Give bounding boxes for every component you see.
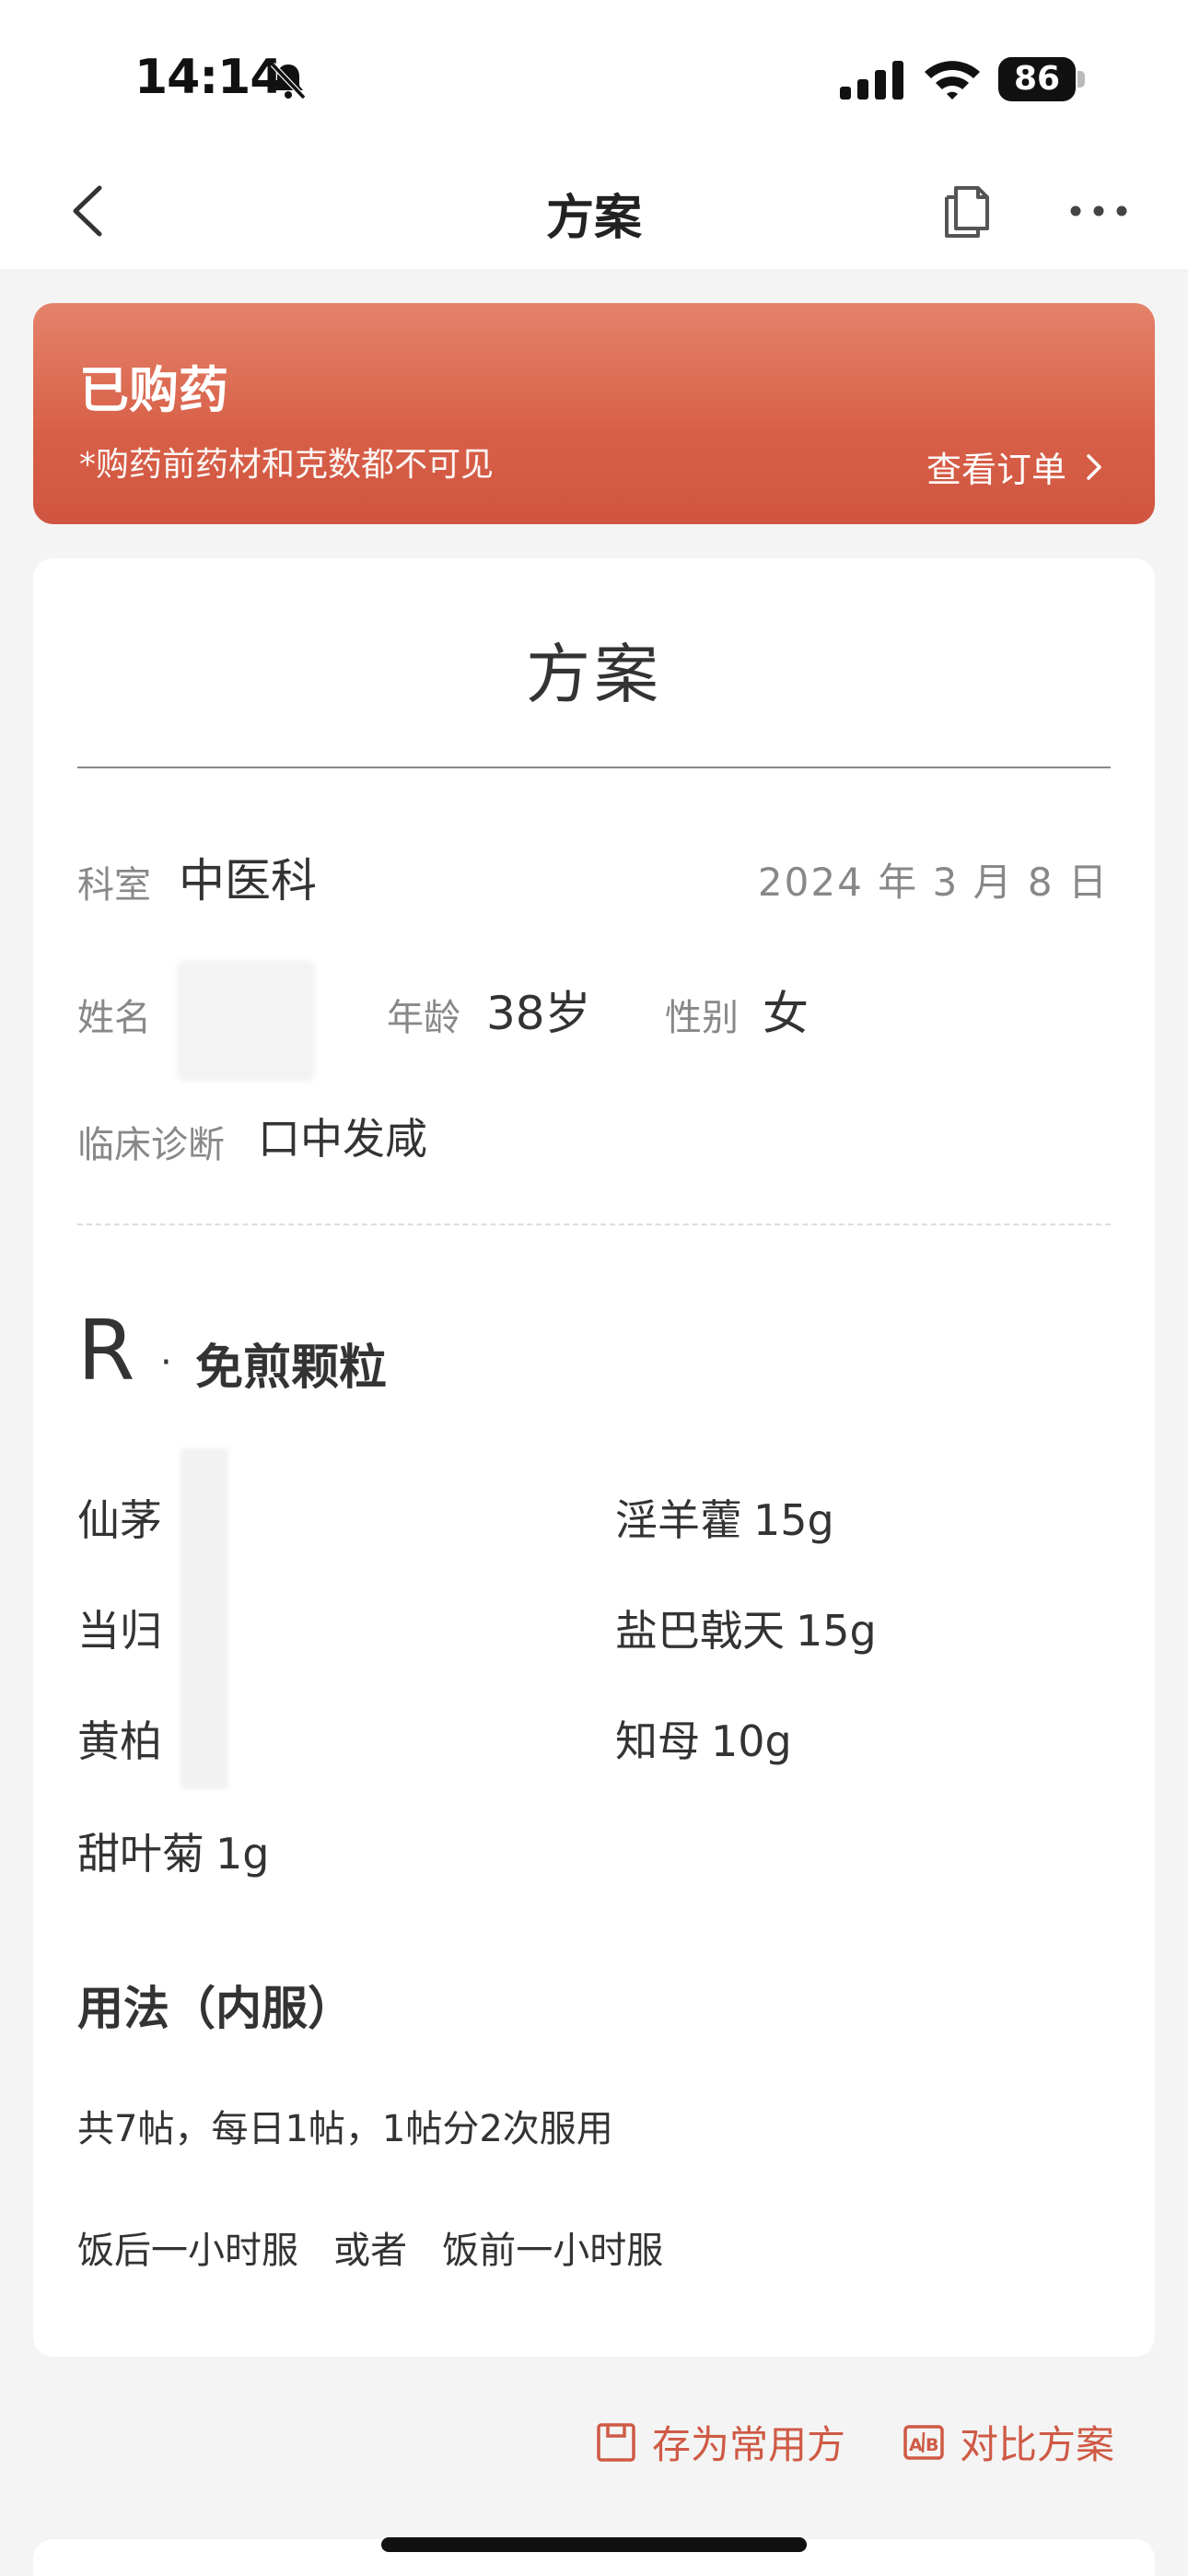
battery-level: 86	[998, 57, 1076, 101]
herb-dose: 10g	[711, 1716, 792, 1766]
dept-label: 科室	[77, 864, 151, 907]
cellular-signal-icon	[840, 61, 903, 100]
title-divider	[77, 767, 1111, 768]
banner-title: 已购药	[79, 361, 228, 419]
home-indicator[interactable]	[381, 2537, 807, 2552]
nav-bar: 方案	[0, 157, 1188, 269]
herb-name: 甜叶菊	[77, 1829, 204, 1879]
compare-plan-label: 对比方案	[960, 2422, 1115, 2467]
save-as-common-label: 存为常用方	[652, 2422, 846, 2467]
chevron-right-icon	[1087, 453, 1101, 480]
view-order-label: 查看订单	[926, 450, 1066, 490]
card-actions: 存为常用方 A B 对比方案	[0, 2414, 1188, 2478]
usage-title: 用法（内服）	[77, 1982, 354, 2035]
more-options-icon[interactable]	[1068, 197, 1129, 225]
herb-name: 知母	[615, 1716, 700, 1766]
herb-name: 当归	[77, 1606, 162, 1656]
rx-separator: ·	[160, 1341, 172, 1384]
page-title: 方案	[545, 191, 642, 246]
herb-item: 盐巴戟天 15g	[615, 1598, 877, 1658]
view-order-link[interactable]: 查看订单	[926, 441, 1105, 492]
save-template-icon	[597, 2422, 635, 2462]
herb-name: 仙茅	[77, 1495, 162, 1545]
compare-plan-button[interactable]: A B 对比方案	[903, 2414, 1114, 2470]
section-divider	[77, 1224, 1111, 1225]
prescription-page: 14:14 86 方案 已购药 *购药前药材和克数都不可见 查看订单 方案 科室…	[0, 0, 1188, 2576]
usage-timing: 饭后一小时服 或者 饭前一小时服	[77, 2230, 664, 2272]
battery-indicator: 86	[998, 57, 1085, 101]
save-as-common-button[interactable]: 存为常用方	[595, 2414, 845, 2470]
dept-value: 中医科	[179, 854, 317, 907]
age-value: 38岁	[486, 987, 591, 1040]
prescription-card: 方案 科室 中医科 2024 年 3 月 8 日 姓名 年龄 38岁 性别 女 …	[33, 558, 1155, 2357]
wifi-icon	[925, 61, 980, 100]
herb-name: 淫羊藿	[615, 1495, 742, 1545]
card-title: 方案	[526, 637, 662, 712]
herb-dose: 1g	[215, 1829, 270, 1879]
gender-value: 女	[763, 987, 809, 1040]
status-time: 14:14	[134, 50, 284, 105]
purchased-banner: 已购药 *购药前药材和克数都不可见 查看订单	[33, 303, 1155, 524]
dose-redacted	[181, 1448, 228, 1789]
rx-symbol: R	[77, 1303, 135, 1399]
diagnosis-label: 临床诊断	[77, 1124, 225, 1166]
name-label: 姓名	[77, 997, 151, 1039]
name-redacted	[177, 960, 315, 1082]
herb-item: 知母 10g	[615, 1708, 792, 1769]
diagnosis-value: 口中发咸	[258, 1114, 427, 1164]
svg-text:B: B	[926, 2435, 938, 2455]
svg-text:A: A	[909, 2435, 923, 2455]
usage-dosage: 共7帖，每日1帖，1帖分2次服用	[77, 2108, 613, 2150]
copy-document-icon[interactable]	[941, 181, 993, 241]
herb-item: 淫羊藿 15g	[615, 1487, 834, 1548]
battery-cap	[1077, 71, 1085, 88]
status-bar: 14:14 86	[0, 0, 1188, 157]
herb-item: 甜叶菊 1g	[77, 1821, 269, 1881]
herb-dose: 15g	[796, 1606, 877, 1656]
age-label: 年龄	[387, 997, 460, 1039]
herb-name: 盐巴戟天	[615, 1606, 785, 1656]
herb-name: 黄柏	[77, 1716, 162, 1766]
banner-note: *购药前药材和克数都不可见	[79, 446, 495, 484]
compare-ab-icon: A B	[903, 2424, 944, 2460]
gender-label: 性别	[665, 997, 739, 1039]
bell-slash-icon	[270, 62, 307, 100]
rx-type: 免煎颗粒	[195, 1341, 388, 1396]
prescription-date: 2024 年 3 月 8 日	[757, 860, 1109, 905]
herb-dose: 15g	[753, 1495, 834, 1545]
